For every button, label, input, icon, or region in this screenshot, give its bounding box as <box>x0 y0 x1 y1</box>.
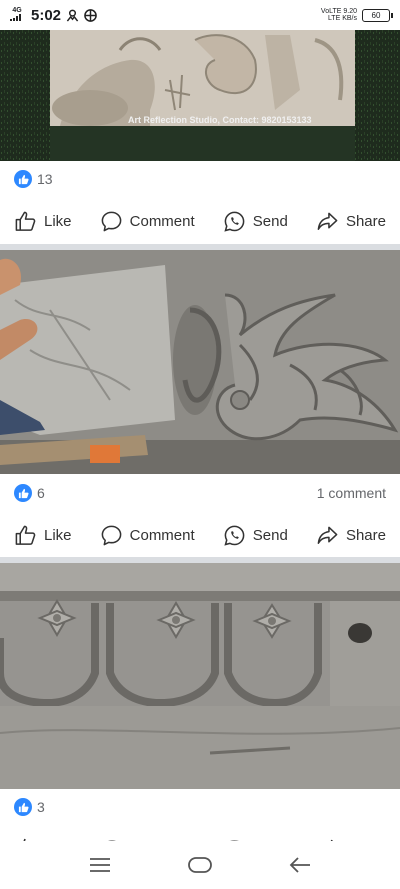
profile-icon <box>66 9 79 22</box>
comment-button[interactable]: Comment <box>100 210 195 233</box>
network-speed: VoLTE 9.20 LTE KB/s <box>320 8 357 22</box>
menu-icon[interactable] <box>88 856 112 874</box>
share-icon <box>317 526 338 544</box>
action-bar-1: Like Comment Send Share <box>0 199 400 243</box>
post-image-1[interactable]: Art Reflection Studio, Contact: 98201531… <box>0 30 400 161</box>
signal-icon <box>10 14 21 21</box>
like-badge-icon <box>14 798 32 816</box>
reaction-count: 13 <box>37 171 53 187</box>
post-image-3[interactable] <box>0 563 400 789</box>
comment-icon <box>101 525 122 545</box>
send-button[interactable]: Send <box>223 524 288 547</box>
reaction-summary-1[interactable]: 13 <box>0 161 400 197</box>
relief-carving-floral-image <box>0 250 400 474</box>
share-label: Share <box>345 526 386 544</box>
status-bar: 4G 5:02 VoLTE 9.20 LTE KB/s 60 <box>0 0 400 30</box>
action-bar-2: Like Comment Send Share <box>0 513 400 557</box>
comment-label: Comment <box>129 526 195 544</box>
relief-carving-peacock-image: Art Reflection Studio, Contact: 98201531… <box>0 30 400 161</box>
action-bar-3-partial <box>0 832 400 841</box>
share-button[interactable]: Share <box>316 524 386 547</box>
status-time: 5:02 <box>31 6 62 24</box>
reaction-count: 6 <box>37 485 45 501</box>
reaction-summary-2[interactable]: 6 1 comment <box>0 475 400 511</box>
reaction-summary-3[interactable]: 3 <box>0 789 400 825</box>
comment-icon <box>101 211 122 231</box>
like-badge-icon <box>14 484 32 502</box>
send-button[interactable]: Send <box>223 210 288 233</box>
send-label: Send <box>252 212 288 230</box>
reaction-count: 3 <box>37 799 45 815</box>
home-icon[interactable] <box>187 855 213 875</box>
battery-icon: 60 <box>362 8 393 22</box>
thumbs-up-icon <box>15 211 36 231</box>
post-image-2[interactable] <box>0 250 400 474</box>
like-button[interactable]: Like <box>14 210 72 233</box>
thumbs-up-icon <box>15 525 36 545</box>
whatsapp-icon <box>224 525 245 546</box>
back-icon[interactable] <box>288 856 312 874</box>
share-icon <box>317 212 338 230</box>
comment-button[interactable]: Comment <box>100 524 195 547</box>
comment-count-link[interactable]: 1 comment <box>317 485 386 501</box>
send-label: Send <box>252 526 288 544</box>
vpn-icon <box>84 8 97 22</box>
watermark-text: Art Reflection Studio, Contact: 98201531… <box>128 115 312 125</box>
system-navigation-bar <box>0 841 400 889</box>
relief-cornice-image <box>0 563 400 789</box>
like-label: Like <box>44 212 72 230</box>
like-label: Like <box>44 526 72 544</box>
whatsapp-icon <box>224 211 245 232</box>
share-button[interactable]: Share <box>316 210 386 233</box>
like-button[interactable]: Like <box>14 524 72 547</box>
network-indicator: 4G <box>10 7 24 23</box>
comment-label: Comment <box>129 212 195 230</box>
share-label: Share <box>345 212 386 230</box>
like-badge-icon <box>14 170 32 188</box>
